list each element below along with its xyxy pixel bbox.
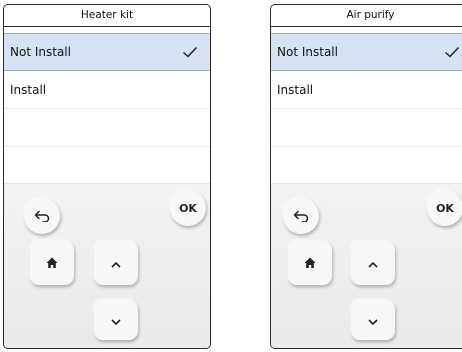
option-label: Install: [277, 83, 314, 97]
empty-row: [271, 109, 462, 147]
chevron-down-icon: [110, 311, 122, 330]
chevron-up-icon: [367, 254, 379, 273]
check-icon: [182, 34, 198, 70]
ok-label: OK: [436, 201, 454, 215]
chevron-up-icon: [110, 254, 122, 273]
up-button[interactable]: [351, 241, 395, 285]
option-label: Not Install: [10, 45, 71, 59]
back-button[interactable]: [24, 198, 60, 234]
down-button[interactable]: [94, 300, 138, 340]
option-not-install[interactable]: Not Install: [4, 33, 210, 71]
option-label: Not Install: [277, 45, 338, 59]
ok-button[interactable]: OK: [170, 190, 206, 226]
back-arrow-icon: [34, 207, 50, 226]
option-install[interactable]: Install: [271, 71, 462, 109]
home-button[interactable]: [30, 241, 74, 285]
down-button[interactable]: [351, 300, 395, 340]
home-button[interactable]: [288, 241, 332, 285]
ok-button[interactable]: OK: [427, 190, 462, 226]
panel-title: Heater kit: [4, 5, 210, 27]
check-icon: [444, 34, 460, 70]
remote-control-pad: OK: [4, 183, 210, 348]
empty-row: [4, 109, 210, 147]
panel-title: Air purify: [271, 5, 462, 27]
up-button[interactable]: [94, 241, 138, 285]
empty-row: [4, 147, 210, 185]
option-label: Install: [10, 83, 47, 97]
heater-kit-panel: Heater kit Not Install Install OK: [3, 4, 211, 349]
back-button[interactable]: [283, 198, 319, 234]
home-icon: [304, 254, 316, 273]
air-purify-panel: Air purify Not Install Install OK: [270, 4, 462, 349]
option-install[interactable]: Install: [4, 71, 210, 109]
ok-label: OK: [179, 201, 197, 215]
remote-control-pad: OK: [271, 183, 462, 348]
option-not-install[interactable]: Not Install: [271, 33, 462, 71]
chevron-down-icon: [367, 311, 379, 330]
empty-row: [271, 147, 462, 185]
home-icon: [46, 254, 58, 273]
back-arrow-icon: [293, 207, 309, 226]
